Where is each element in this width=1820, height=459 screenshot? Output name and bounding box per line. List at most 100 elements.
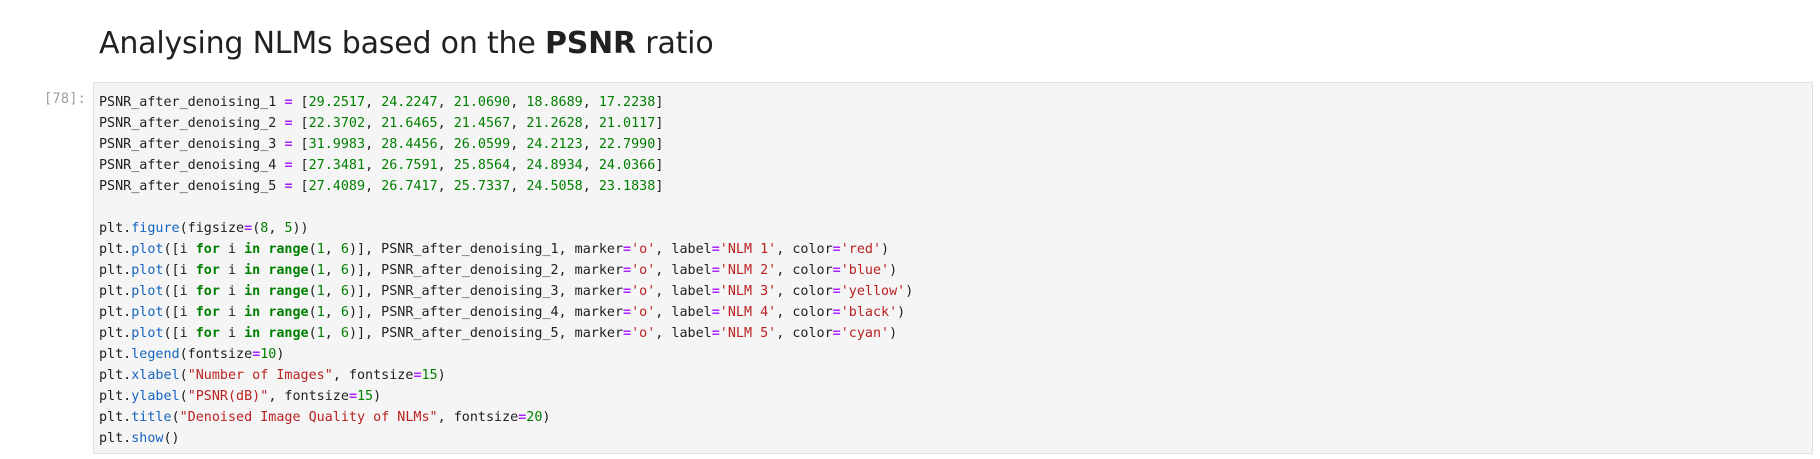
number-literal: 1 (316, 326, 325, 341)
keyword: for (195, 242, 220, 257)
number-literal: 21.0690 (453, 95, 511, 110)
number-literal: 24.2123 (526, 137, 583, 152)
operator: = (348, 389, 357, 404)
string-literal: 'NLM 4' (719, 305, 777, 320)
operator: = (284, 116, 293, 131)
operator: = (623, 284, 632, 299)
number-literal: 26.0599 (453, 137, 511, 152)
function-name: figure (131, 221, 180, 236)
number-literal: 6 (340, 263, 349, 278)
operator: = (711, 284, 720, 299)
string-literal: 'o' (631, 326, 656, 341)
keyword: for (195, 284, 220, 299)
number-literal: 27.3481 (308, 158, 366, 173)
number-literal: 31.9983 (308, 137, 366, 152)
string-literal: 'cyan' (840, 326, 890, 341)
number-literal: 20 (526, 410, 543, 425)
code-line-xlabel: plt.xlabel("Number of Images", fontsize=… (99, 368, 446, 383)
number-literal: 1 (316, 305, 325, 320)
builtin-name: range (268, 263, 309, 278)
string-literal: 'NLM 2' (719, 263, 777, 278)
operator: = (623, 326, 632, 341)
operator: = (711, 305, 720, 320)
operator: = (413, 368, 422, 383)
number-literal: 26.7591 (381, 158, 438, 173)
code-line-title: plt.title("Denoised Image Quality of NLM… (99, 410, 551, 425)
code-line-plot-3: plt.plot([i for i in range(1, 6)], PSNR_… (99, 284, 914, 299)
variable-name: PSNR_after_denoising_2 (99, 116, 277, 131)
number-literal: 24.2247 (381, 95, 438, 110)
heading-bold-text: PSNR (544, 26, 636, 61)
number-literal: 21.4567 (453, 116, 511, 131)
number-literal: 1 (316, 284, 325, 299)
operator: = (284, 95, 293, 110)
code-line-show: plt.show() (99, 431, 180, 446)
operator: = (832, 326, 841, 341)
string-literal: 'NLM 5' (719, 326, 777, 341)
function-name: plot (131, 263, 164, 278)
operator: = (623, 305, 632, 320)
function-name: plot (131, 284, 164, 299)
number-literal: 1 (316, 263, 325, 278)
code-line-plot-1: plt.plot([i for i in range(1, 6)], PSNR_… (99, 242, 890, 257)
number-literal: 6 (340, 305, 349, 320)
number-literal: 24.0366 (598, 158, 656, 173)
number-literal: 22.7990 (598, 137, 656, 152)
function-name: title (131, 410, 172, 425)
code-line-figure: plt.figure(figsize=(8, 5)) (99, 221, 309, 236)
function-name: plot (131, 326, 164, 341)
number-literal: 29.2517 (308, 95, 366, 110)
code-cell[interactable]: [78]: PSNR_after_denoising_1 = [29.2517,… (0, 82, 1820, 458)
variable-name: PSNR_after_denoising_1 (99, 95, 277, 110)
string-literal: 'o' (631, 305, 656, 320)
string-literal: "Denoised Image Quality of NLMs" (179, 410, 438, 425)
keyword: in (244, 242, 261, 257)
code-line-psnr-4: PSNR_after_denoising_4 = [27.3481, 26.75… (99, 158, 664, 173)
heading-text-end: ratio (635, 26, 714, 61)
code-line-psnr-2: PSNR_after_denoising_2 = [22.3702, 21.64… (99, 116, 664, 131)
operator: = (623, 263, 632, 278)
number-literal: 24.8934 (526, 158, 583, 173)
number-literal: 6 (340, 284, 349, 299)
function-name: ylabel (131, 389, 180, 404)
operator: = (244, 221, 253, 236)
string-literal: 'o' (631, 263, 656, 278)
number-literal: 22.3702 (308, 116, 366, 131)
execution-count-prompt: [78]: (43, 91, 86, 107)
function-name: xlabel (131, 368, 180, 383)
string-literal: 'NLM 1' (719, 242, 777, 257)
operator: = (711, 263, 720, 278)
number-literal: 15 (357, 389, 374, 404)
number-literal: 23.1838 (598, 179, 656, 194)
operator: = (284, 158, 293, 173)
number-literal: 25.7337 (453, 179, 511, 194)
code-editor[interactable]: PSNR_after_denoising_1 = [29.2517, 24.22… (93, 82, 1813, 454)
function-name: legend (131, 347, 180, 362)
number-literal: 18.8689 (526, 95, 583, 110)
number-literal: 21.6465 (381, 116, 438, 131)
code-line-psnr-1: PSNR_after_denoising_1 = [29.2517, 24.22… (99, 95, 664, 110)
number-literal: 6 (340, 242, 349, 257)
number-literal: 26.7417 (381, 179, 438, 194)
string-literal: "PSNR(dB)" (187, 389, 269, 404)
keyword: for (195, 305, 220, 320)
builtin-name: range (268, 284, 309, 299)
code-content[interactable]: PSNR_after_denoising_1 = [29.2517, 24.22… (94, 83, 1812, 449)
keyword: for (195, 263, 220, 278)
function-name: show (131, 431, 164, 446)
code-line-ylabel: plt.ylabel("PSNR(dB)", fontsize=15) (99, 389, 382, 404)
operator: = (284, 179, 293, 194)
number-literal: 21.0117 (598, 116, 656, 131)
code-line-psnr-3: PSNR_after_denoising_3 = [31.9983, 28.44… (99, 137, 664, 152)
number-literal: 24.5058 (526, 179, 583, 194)
operator: = (284, 137, 293, 152)
number-literal: 10 (260, 347, 277, 362)
heading-text: Analysing NLMs based on the (99, 26, 545, 61)
operator: = (832, 242, 841, 257)
number-literal: 5 (284, 221, 293, 236)
number-literal: 27.4089 (308, 179, 366, 194)
markdown-cell[interactable]: Analysing NLMs based on the PSNR ratio (99, 24, 1820, 64)
variable-name: PSNR_after_denoising_3 (99, 137, 277, 152)
number-literal: 6 (340, 326, 349, 341)
